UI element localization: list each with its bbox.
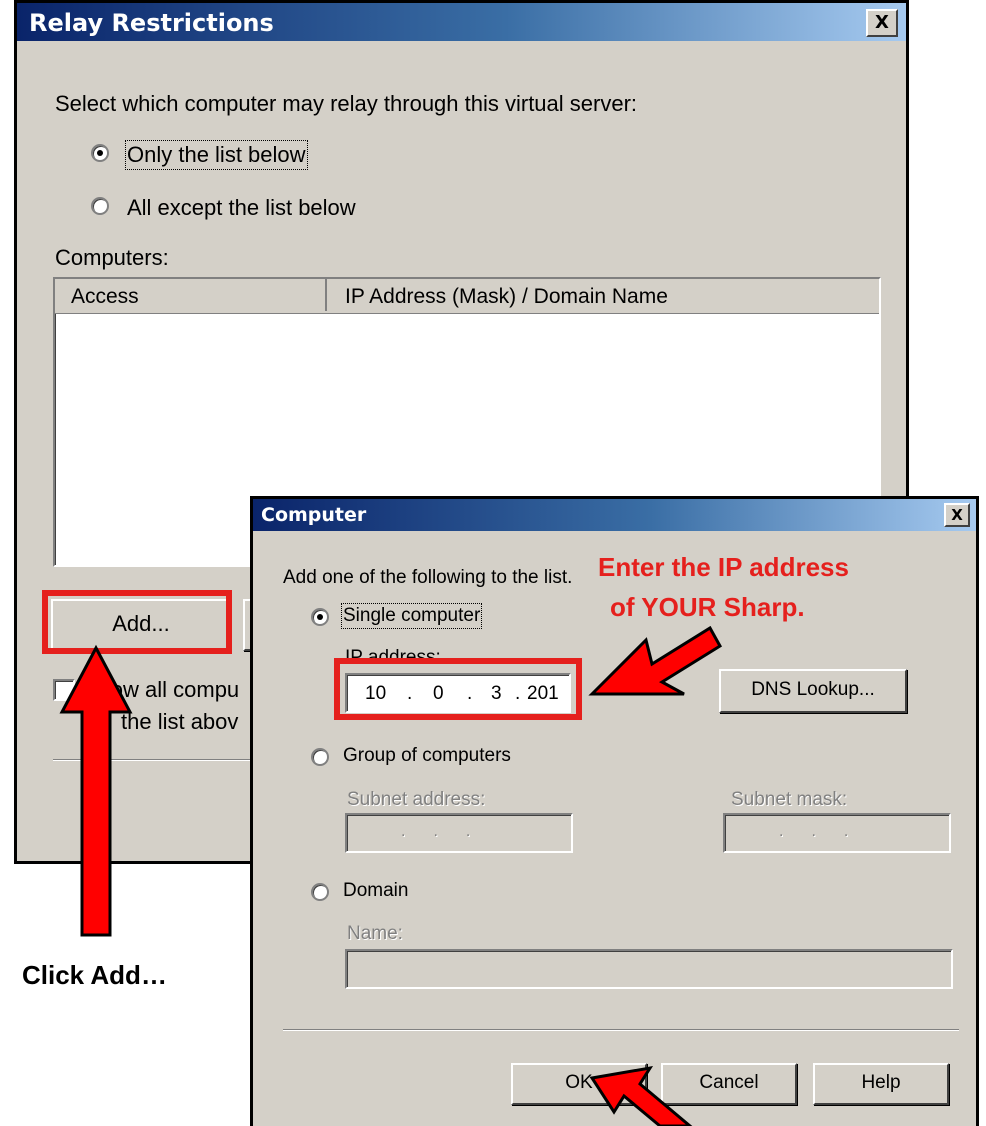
radio-domain[interactable] <box>311 883 329 901</box>
ip-hint-line2: of YOUR Sharp. <box>610 592 805 622</box>
dns-lookup-button[interactable]: DNS Lookup... <box>719 669 907 713</box>
allow-checkbox[interactable] <box>53 679 75 701</box>
radio-selected-dot <box>97 150 103 156</box>
computers-label: Computers: <box>55 245 169 270</box>
radio-group-of-computers-label[interactable]: Group of computers <box>343 745 511 767</box>
column-header-ip-domain[interactable]: IP Address (Mask) / Domain Name <box>329 279 879 311</box>
computer-close-button[interactable]: X <box>944 503 970 527</box>
add-button-highlight <box>42 590 232 654</box>
subnet-mask-label: Subnet mask: <box>731 789 848 810</box>
computer-title: Computer <box>261 504 367 526</box>
close-icon: X <box>875 12 889 33</box>
subnet-mask-field[interactable]: ... <box>723 813 951 853</box>
computer-title-bar[interactable]: Computer X <box>253 499 976 531</box>
radio-only-list[interactable] <box>91 144 109 162</box>
column-header-access[interactable]: Access <box>55 279 327 311</box>
allow-checkbox-label-line1: llow all compu <box>101 677 240 702</box>
subnet-mask-dots: ... <box>779 823 877 840</box>
radio-only-list-label[interactable]: Only the list below <box>125 140 308 170</box>
radio-group-of-computers[interactable] <box>311 748 329 766</box>
relay-close-button[interactable]: X <box>866 9 898 37</box>
radio-all-except-label[interactable]: All except the list below <box>127 195 356 221</box>
radio-domain-label[interactable]: Domain <box>343 880 408 902</box>
relay-instruction: Select which computer may relay through … <box>55 91 638 116</box>
cancel-button[interactable]: Cancel <box>661 1063 797 1105</box>
domain-name-label: Name: <box>347 923 403 944</box>
help-button[interactable]: Help <box>813 1063 949 1105</box>
subnet-address-dots: ... <box>401 823 499 840</box>
computer-instruction: Add one of the following to the list. <box>283 567 573 588</box>
computer-dialog: Computer X Add one of the following to t… <box>250 496 979 1126</box>
domain-name-field[interactable] <box>345 949 953 989</box>
ip-address-highlight <box>334 658 582 720</box>
close-icon: X <box>951 506 963 524</box>
relay-title: Relay Restrictions <box>29 9 274 37</box>
allow-checkbox-label-line2: the list abov <box>121 709 239 734</box>
click-add-caption: Click Add… <box>22 960 167 990</box>
radio-single-computer-label[interactable]: Single computer <box>340 603 483 629</box>
radio-single-computer[interactable] <box>311 608 329 626</box>
radio-selected-dot <box>317 614 323 620</box>
computer-separator <box>283 1029 959 1031</box>
ok-button[interactable]: OK <box>511 1063 647 1105</box>
relay-title-bar[interactable]: Relay Restrictions X <box>17 3 906 41</box>
subnet-address-label: Subnet address: <box>347 789 486 810</box>
ip-hint-line1: Enter the IP address <box>598 552 849 582</box>
radio-all-except[interactable] <box>91 197 109 215</box>
subnet-address-field[interactable]: ... <box>345 813 573 853</box>
computers-list-header: Access IP Address (Mask) / Domain Name <box>55 279 879 314</box>
